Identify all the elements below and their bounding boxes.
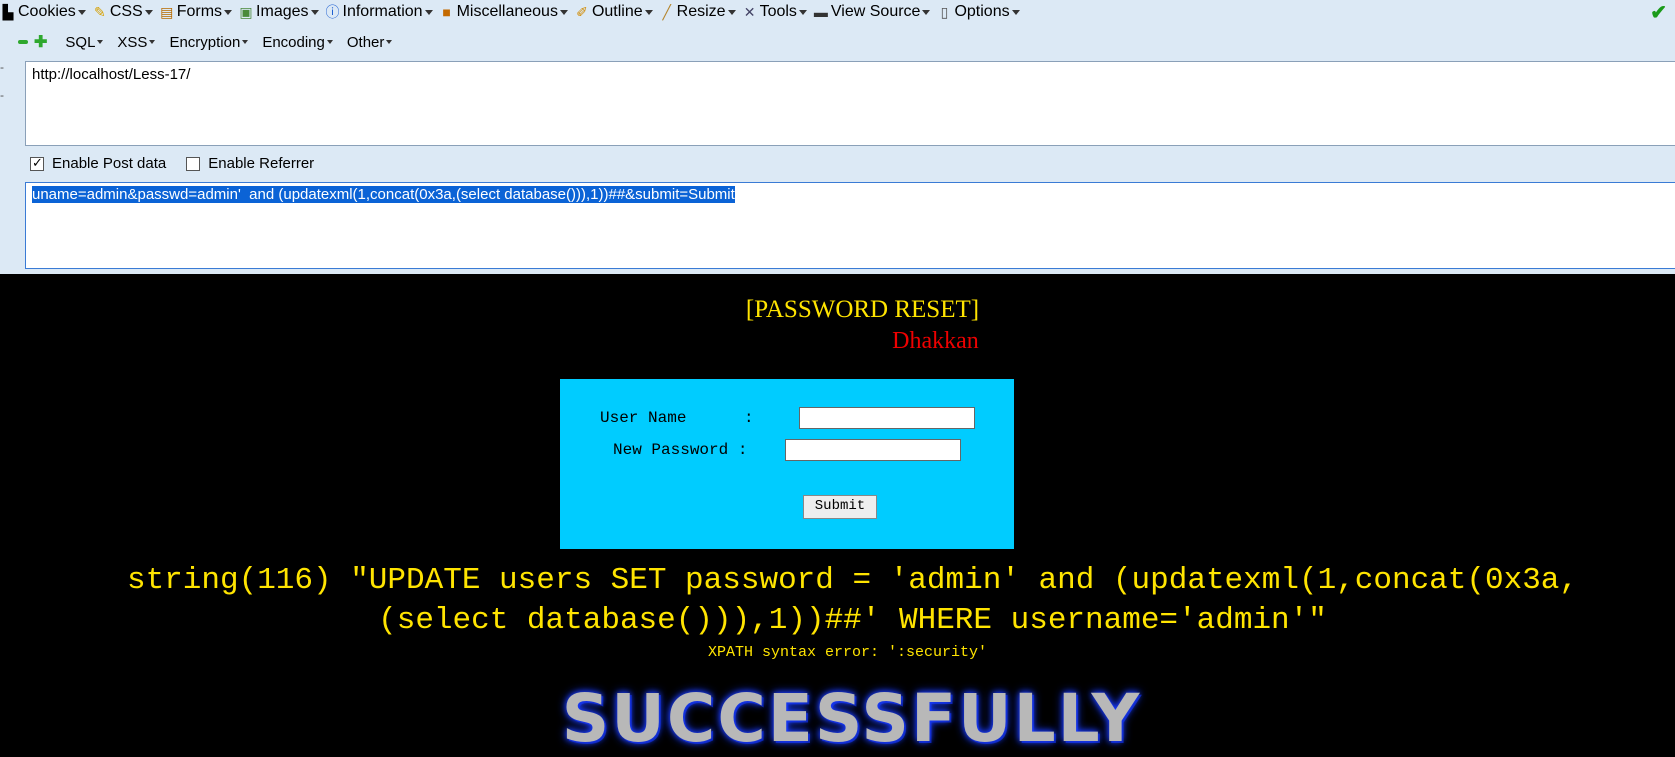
- minus-icon[interactable]: [18, 40, 28, 44]
- hackbar-sql[interactable]: SQL: [65, 34, 104, 51]
- menu-view-source[interactable]: ▬ View Source: [813, 3, 931, 21]
- chevron-down-icon: [922, 9, 931, 15]
- chevron-down-icon: [424, 9, 433, 15]
- menu-options[interactable]: ▯ Options: [936, 3, 1020, 21]
- book-icon: ■: [442, 4, 451, 20]
- hackbar-toolbar: ✚ SQL XSS Encryption Encoding Other: [0, 28, 406, 56]
- new-password-input[interactable]: [785, 439, 961, 461]
- monitor-icon: ▬: [813, 4, 828, 20]
- menu-information[interactable]: ⓘ Information: [325, 3, 433, 21]
- plus-icon[interactable]: ✚: [34, 32, 47, 52]
- sql-debug-message: string(116) "UPDATE users SET password =…: [126, 563, 1579, 638]
- chevron-down-icon: [97, 40, 104, 44]
- menu-images[interactable]: ▣ Images: [238, 3, 319, 21]
- web-page: [PASSWORD RESET] Dhakkan User Name : New…: [0, 274, 1675, 757]
- menu-miscellaneous[interactable]: ■ Miscellaneous: [439, 3, 568, 21]
- post-options: Enable Post data Enable Referrer: [30, 155, 314, 172]
- clipboard-icon: ▤: [160, 4, 174, 20]
- hackbar-panel: ▙ Cookies ✎ CSS ▤ Forms ▣ Images ⓘ Informatio…: [0, 0, 1675, 274]
- ruler-icon: ╱: [662, 4, 671, 20]
- chevron-down-icon: [386, 40, 393, 44]
- chevron-down-icon: [144, 9, 153, 15]
- hackbar-other[interactable]: Other: [347, 34, 393, 51]
- chevron-down-icon: [242, 40, 249, 44]
- info-icon: ⓘ: [325, 4, 340, 20]
- enable-referrer-checkbox[interactable]: [186, 156, 201, 171]
- chevron-down-icon: [1011, 9, 1020, 15]
- success-banner: SUCCESSFULLY: [561, 680, 1142, 757]
- menu-bar: ▙ Cookies ✎ CSS ▤ Forms ▣ Images ⓘ Informatio…: [0, 0, 1675, 24]
- url-textarea[interactable]: http://localhost/Less-17/: [25, 61, 1675, 146]
- chevron-down-icon: [224, 9, 233, 15]
- menu-tools[interactable]: ✕ Tools: [742, 3, 807, 21]
- chevron-down-icon: [326, 40, 333, 44]
- post-data-textarea[interactable]: uname=admin&passwd=admin' and (updatexml…: [25, 182, 1675, 269]
- username-label: User Name :: [600, 409, 754, 427]
- enable-post-checkbox[interactable]: [30, 155, 44, 171]
- menu-outline[interactable]: ✐ Outline: [574, 3, 653, 21]
- submit-button[interactable]: Submit: [803, 495, 877, 519]
- chevron-down-icon: [798, 9, 807, 15]
- options-icon: ▯: [940, 4, 949, 20]
- menu-resize[interactable]: ╱ Resize: [659, 3, 736, 21]
- image-icon: ▣: [239, 4, 253, 20]
- chevron-down-icon: [644, 9, 653, 15]
- hackbar-xss[interactable]: XSS: [117, 34, 156, 51]
- cookie-icon: ▙: [2, 4, 14, 20]
- chevron-down-icon: [727, 9, 736, 15]
- xpath-error: XPATH syntax error: ':security': [707, 644, 988, 661]
- menu-cookies[interactable]: ▙ Cookies: [0, 3, 86, 21]
- page-title: [PASSWORD RESET]: [745, 296, 980, 323]
- menu-forms[interactable]: ▤ Forms: [159, 3, 233, 21]
- checkmark-icon: ✔: [1650, 2, 1667, 24]
- menu-css[interactable]: ✎ CSS: [92, 3, 153, 21]
- pen-icon: ✐: [576, 4, 588, 20]
- password-reset-form: User Name : New Password : Submit: [560, 379, 1014, 549]
- page-subtitle: Dhakkan: [892, 328, 979, 354]
- side-handle[interactable]: --: [0, 60, 6, 102]
- hackbar-encoding[interactable]: Encoding: [262, 34, 333, 51]
- hackbar-encryption[interactable]: Encryption: [169, 34, 249, 51]
- chevron-down-icon: [149, 40, 156, 44]
- username-input[interactable]: [799, 407, 975, 429]
- chevron-down-icon: [77, 9, 86, 15]
- tools-icon: ✕: [743, 4, 756, 20]
- chevron-down-icon: [310, 9, 319, 15]
- password-label: New Password :: [613, 441, 748, 459]
- chevron-down-icon: [559, 9, 568, 15]
- pencil-icon: ✎: [93, 4, 106, 20]
